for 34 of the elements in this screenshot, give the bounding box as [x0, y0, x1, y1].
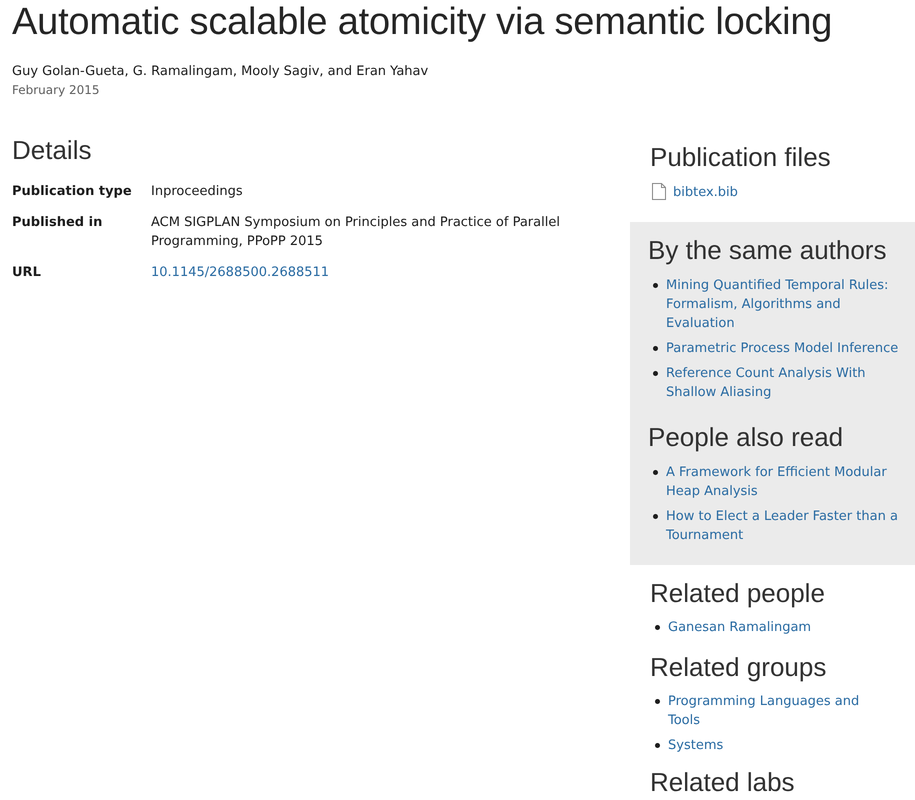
- related-link[interactable]: A Framework for Efficient Modular Heap Analysis: [666, 463, 905, 501]
- section-heading: People also read: [648, 423, 844, 452]
- field-value: Inproceedings: [151, 184, 243, 199]
- bullet-icon: [655, 699, 660, 704]
- bullet-icon: [653, 470, 658, 475]
- page-title: Automatic scalable atomicity via semantic locking: [12, 0, 834, 44]
- related-link[interactable]: Mining Quantified Temporal Rules: Formalism, Algorithms and Evaluation: [666, 276, 905, 333]
- file-icon: [652, 183, 666, 200]
- bullet-icon: [655, 625, 660, 630]
- bullet-icon: [653, 283, 658, 288]
- related-link[interactable]: Systems: [668, 736, 724, 755]
- section-heading: Details: [12, 136, 92, 165]
- field-label: Publication type: [12, 183, 133, 201]
- related-link[interactable]: Programming Languages and Tools: [668, 692, 895, 730]
- field-value: ACM SIGPLAN Symposium on Principles and Practice of Parallel Programming, PPoPP 2015: [151, 215, 560, 249]
- section-heading: Publication files: [650, 143, 832, 172]
- field-label: URL: [12, 264, 42, 282]
- bullet-icon: [655, 743, 660, 748]
- bullet-icon: [653, 346, 658, 351]
- section-heading: Related labs: [650, 768, 796, 797]
- section-heading: Related people: [650, 579, 826, 608]
- bullet-icon: [653, 514, 658, 519]
- bullet-icon: [653, 371, 658, 376]
- field-label: Published in: [12, 214, 104, 232]
- author-list: Guy Golan-Gueta, G. Ramalingam, Mooly Sagiv, and Eran Yahav: [12, 62, 903, 81]
- publication-date: February 2015: [12, 82, 101, 99]
- doi-link[interactable]: 10.1145/2688500.2688511: [151, 265, 330, 280]
- related-link[interactable]: Reference Count Analysis With Shallow Aliasing: [666, 364, 905, 402]
- related-link[interactable]: Ganesan Ramalingam: [668, 618, 812, 637]
- file-link[interactable]: bibtex.bib: [673, 183, 738, 202]
- section-heading: Related groups: [650, 653, 828, 682]
- section-heading: By the same authors: [648, 236, 888, 265]
- related-link[interactable]: Parametric Process Model Inference: [666, 339, 898, 358]
- related-link[interactable]: How to Elect a Leader Faster than a Tournament: [666, 507, 905, 545]
